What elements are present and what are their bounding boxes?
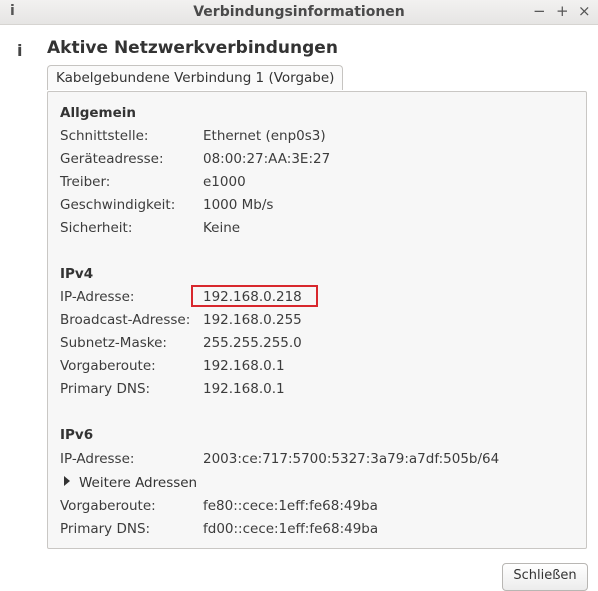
- hardware-address-value: 08:00:27:AA:3E:27: [203, 151, 331, 167]
- window-title: Verbindungsinformationen: [193, 4, 405, 20]
- interface-label: Schnittstelle:: [60, 128, 149, 144]
- page-title: Aktive Netzwerkverbindungen: [47, 38, 338, 58]
- ipv4-address-highlight: [191, 285, 318, 307]
- close-window-button[interactable]: ×: [578, 2, 591, 20]
- broadcast-address-label: Broadcast-Adresse:: [60, 312, 191, 328]
- expander-triangle-icon: [64, 476, 70, 486]
- ipv4-default-route-value: 192.168.0.1: [203, 358, 285, 374]
- ipv4-primary-dns-label: Primary DNS:: [60, 381, 151, 397]
- ipv4-address-label: IP-Adresse:: [60, 289, 135, 305]
- ipv6-default-route-value: fe80::cece:1eff:fe68:49ba: [203, 498, 378, 514]
- section-ipv6-title: IPv6: [60, 427, 94, 443]
- ipv6-default-route-label: Vorgaberoute:: [60, 498, 156, 514]
- broadcast-address-value: 192.168.0.255: [203, 312, 302, 328]
- ipv4-default-route-label: Vorgaberoute:: [60, 358, 156, 374]
- ipv6-address-value: 2003:ce:717:5700:5327:3a79:a7df:505b/64: [203, 451, 500, 467]
- security-value: Keine: [203, 220, 241, 236]
- more-addresses-expander[interactable]: Weitere Adressen: [64, 475, 197, 491]
- speed-label: Geschwindigkeit:: [60, 197, 176, 213]
- driver-value: e1000: [203, 174, 246, 190]
- section-general-title: Allgemein: [60, 105, 136, 121]
- title-bar: i Verbindungsinformationen − + ×: [0, 0, 598, 25]
- driver-label: Treiber:: [60, 174, 111, 190]
- interface-value: Ethernet (enp0s3): [203, 128, 326, 144]
- minimize-button[interactable]: −: [533, 2, 546, 20]
- more-addresses-label: Weitere Adressen: [79, 475, 198, 491]
- section-ipv4-title: IPv4: [60, 266, 94, 282]
- maximize-button[interactable]: +: [556, 2, 569, 20]
- ipv6-address-label: IP-Adresse:: [60, 451, 135, 467]
- speed-value: 1000 Mb/s: [203, 197, 274, 213]
- subnet-mask-value: 255.255.255.0: [203, 335, 302, 351]
- security-label: Sicherheit:: [60, 220, 133, 236]
- ipv6-primary-dns-label: Primary DNS:: [60, 521, 151, 537]
- tab-wired-connection-1[interactable]: Kabelgebundene Verbindung 1 (Vorgabe): [47, 65, 344, 90]
- subnet-mask-label: Subnetz-Maske:: [60, 335, 167, 351]
- hardware-address-label: Geräteadresse:: [60, 151, 164, 167]
- ipv4-primary-dns-value: 192.168.0.1: [203, 381, 285, 397]
- ipv6-primary-dns-value: fd00::cece:1eff:fe68:49ba: [203, 521, 379, 537]
- close-button[interactable]: Schließen: [502, 563, 588, 591]
- info-icon: i: [17, 41, 23, 60]
